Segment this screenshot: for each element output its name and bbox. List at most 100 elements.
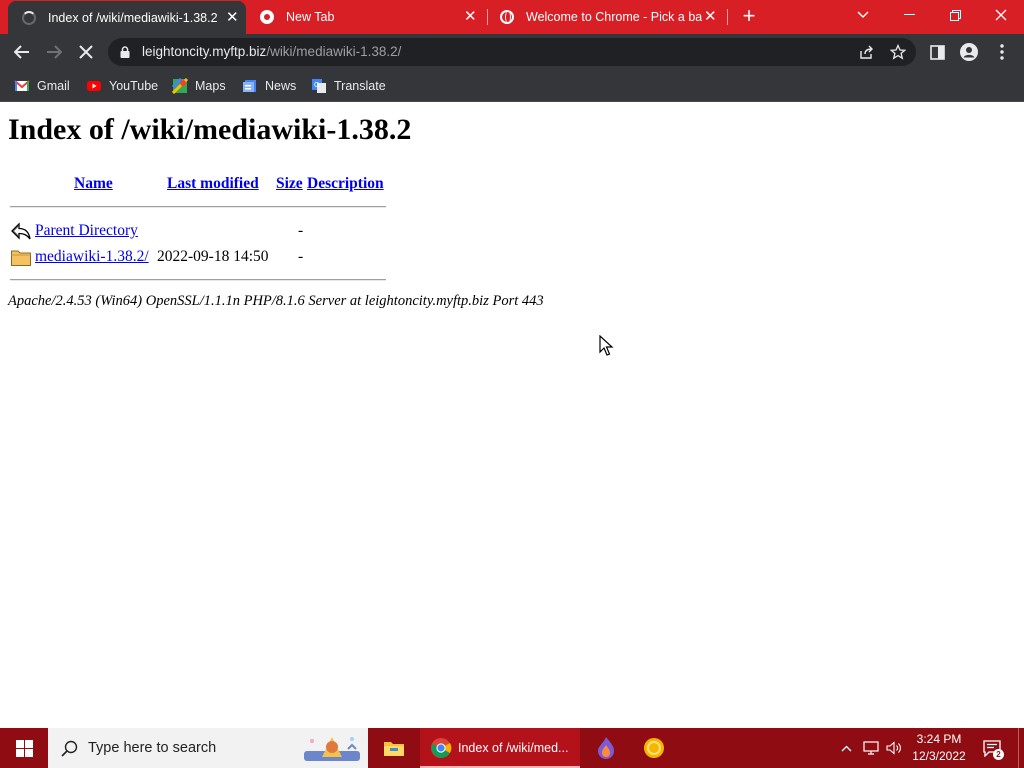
tab-welcome-to-chrome[interactable]: Welcome to Chrome - Pick a bac ✕ [488,0,726,34]
tab-close-icon[interactable]: ✕ [226,10,239,25]
taskbar-app-flame[interactable] [584,728,628,768]
mediawiki-folder-link[interactable]: mediawiki-1.38.2/ [35,248,149,266]
row-modified: 2022-09-18 14:50 [157,248,269,265]
url-text[interactable]: leightoncity.myftp.biz/wiki/mediawiki-1.… [142,44,401,59]
taskbar-chrome-label: Index of /wiki/med... [458,741,569,755]
menu-button[interactable] [990,40,1014,64]
windows-logo-icon [15,739,33,757]
bookmark-label: Maps [195,79,226,93]
column-header-name[interactable]: Name [74,175,113,193]
maps-icon [172,78,188,94]
bookmark-gmail[interactable]: Gmail [14,76,70,96]
close-window-button[interactable] [978,0,1024,30]
gmail-icon [14,80,30,91]
svg-text:G: G [314,82,319,89]
url-host: leightoncity.myftp.biz [142,44,267,59]
lock-icon[interactable] [120,46,130,58]
back-button[interactable] [10,40,34,64]
forward-button[interactable] [42,40,66,64]
restore-icon [949,9,961,21]
server-signature: Apache/2.4.53 (Win64) OpenSSL/1.1.1n PHP… [8,293,544,309]
news-icon [243,80,256,92]
side-panel-button[interactable] [925,40,949,64]
translate-icon: G [312,79,326,93]
new-tab-button[interactable]: + [738,5,760,27]
speaker-icon [886,741,901,755]
volume-button[interactable] [884,728,904,768]
bookmark-label: News [265,79,297,93]
browser-toolbar: leightoncity.myftp.biz/wiki/mediawiki-1.… [0,34,1024,70]
loading-spinner-icon [22,10,36,25]
network-status-button[interactable] [860,728,882,768]
taskbar-clock[interactable]: 3:24 PM 12/3/2022 [906,731,972,765]
taskbar-search-box[interactable]: Type here to search [48,728,368,768]
chrome-icon [260,10,274,24]
side-panel-icon [929,44,945,60]
table-row: mediawiki-1.38.2/ 2022-09-18 14:50 - [10,247,410,269]
tab-index-of-wiki[interactable]: Index of /wiki/mediawiki-1.38.2 ✕ [8,1,246,34]
column-header-description[interactable]: Description [307,175,384,193]
search-placeholder: Type here to search [88,740,217,756]
bookmark-news[interactable]: News [242,76,296,96]
bookmark-label: YouTube [109,79,159,93]
column-header-size[interactable]: Size [276,175,303,193]
profile-button[interactable] [957,40,981,64]
bookmark-translate[interactable]: G Translate [311,76,386,96]
mouse-cursor-icon [599,335,614,356]
tab-close-icon[interactable]: ✕ [464,9,477,24]
chevron-up-icon [841,745,851,751]
chrome-icon [431,738,452,758]
table-row: Parent Directory - [10,221,410,243]
parent-directory-link[interactable]: Parent Directory [35,222,138,240]
close-icon [995,9,1007,21]
address-bar[interactable]: leightoncity.myftp.biz/wiki/mediawiki-1.… [108,38,916,66]
minimize-button[interactable] [886,0,932,30]
search-icon [61,740,78,757]
tab-title: Index of /wiki/mediawiki-1.38.2 [48,10,218,25]
back-arrow-icon [11,222,31,240]
windows-taskbar: Type here to search Index of /wiki/med..… [0,728,1024,768]
bookmarks-bar: Gmail YouTube Maps News G Translate [0,70,1024,102]
forward-arrow-icon [47,45,62,59]
taskbar-app-circle[interactable] [632,728,676,768]
file-explorer-icon [384,742,404,756]
tab-new-tab[interactable]: New Tab ✕ [248,0,486,34]
page-content: Index of /wiki/mediawiki-1.38.2 Name Las… [0,103,1024,728]
clock-time: 3:24 PM [916,732,962,746]
column-header-last-modified[interactable]: Last modified [167,175,259,193]
bookmark-youtube[interactable]: YouTube [86,76,158,96]
back-arrow-icon [14,45,29,59]
notification-center-button[interactable]: 2 [980,728,1004,768]
tray-overflow-button[interactable] [836,728,856,768]
yellow-circle-app-icon [644,738,664,758]
chevron-down-icon [857,11,869,18]
search-highlight-icon [304,737,360,761]
notification-count-badge: 2 [993,749,1004,760]
kebab-menu-icon [1000,44,1004,60]
taskbar-file-explorer[interactable] [372,728,416,768]
row-size: - [298,248,304,265]
tab-close-icon[interactable]: ✕ [704,9,717,24]
tab-title: New Tab [286,10,335,24]
folder-icon [11,250,31,266]
profile-icon [960,43,978,61]
share-button[interactable] [856,42,876,62]
taskbar-chrome-window[interactable]: Index of /wiki/med... [420,728,580,768]
share-icon [859,45,873,59]
clock-date: 12/3/2022 [912,749,966,763]
page-title: Index of /wiki/mediawiki-1.38.2 [8,113,412,146]
bookmark-maps[interactable]: Maps [172,76,226,96]
stop-loading-button[interactable] [74,40,98,64]
start-button[interactable] [0,728,48,768]
flame-app-icon [598,737,614,759]
tab-separator [727,9,728,25]
bookmark-label: Gmail [37,79,70,93]
restore-button[interactable] [932,0,978,30]
minimize-icon [903,14,915,15]
row-size: - [298,222,304,239]
bookmark-star-button[interactable] [888,42,908,62]
globe-icon [500,10,514,24]
show-desktop-button[interactable] [1018,728,1024,768]
tab-title: Welcome to Chrome - Pick a bac [526,10,702,24]
tab-search-button[interactable] [840,0,886,30]
